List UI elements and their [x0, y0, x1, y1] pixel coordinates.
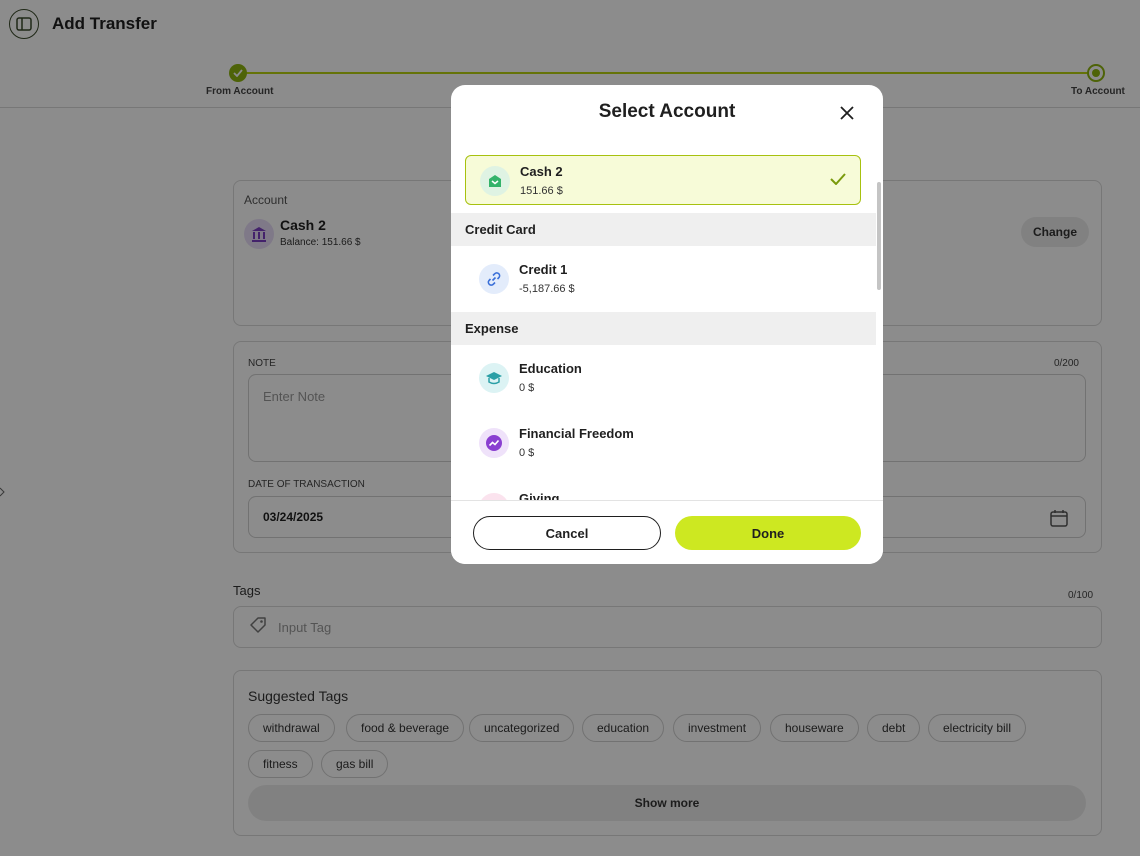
account-item-education[interactable]: Education 0 $ [465, 353, 861, 403]
account-item-name: Education [519, 361, 582, 376]
check-icon [830, 172, 846, 190]
account-item-value: 0 $ [519, 382, 535, 394]
gift-icon [479, 493, 509, 500]
account-item-financial-freedom[interactable]: Financial Freedom 0 $ [465, 418, 861, 468]
link-icon [479, 264, 509, 294]
account-item-credit-1[interactable]: Credit 1 -5,187.66 $ [465, 254, 861, 304]
account-item-giving[interactable]: Giving [465, 483, 861, 500]
done-button[interactable]: Done [675, 516, 861, 550]
trend-up-icon [479, 428, 509, 458]
account-item-name: Credit 1 [519, 262, 568, 277]
account-list[interactable]: Cash 2 151.66 $ Credit Card Credit 1 -5,… [451, 145, 883, 500]
account-item-cash-2[interactable]: Cash 2 151.66 $ [465, 155, 861, 205]
section-header-credit-card: Credit Card [451, 213, 876, 246]
list-scrollbar[interactable] [877, 182, 881, 290]
section-header-expense: Expense [451, 312, 876, 345]
account-item-value: 0 $ [519, 447, 535, 459]
account-item-name: Cash 2 [520, 164, 563, 179]
account-item-value: 151.66 $ [520, 185, 563, 197]
account-item-name: Giving [519, 491, 560, 500]
cancel-button[interactable]: Cancel [473, 516, 661, 550]
account-item-name: Financial Freedom [519, 426, 634, 441]
close-icon[interactable] [837, 103, 857, 123]
graduation-cap-icon [479, 363, 509, 393]
select-account-modal: Select Account Cash 2 151.66 $ Credit Ca… [451, 85, 883, 564]
account-item-value: -5,187.66 $ [519, 283, 575, 295]
wallet-icon [480, 166, 510, 196]
modal-title: Select Account [598, 101, 736, 122]
modal-footer: Cancel Done [451, 500, 883, 564]
